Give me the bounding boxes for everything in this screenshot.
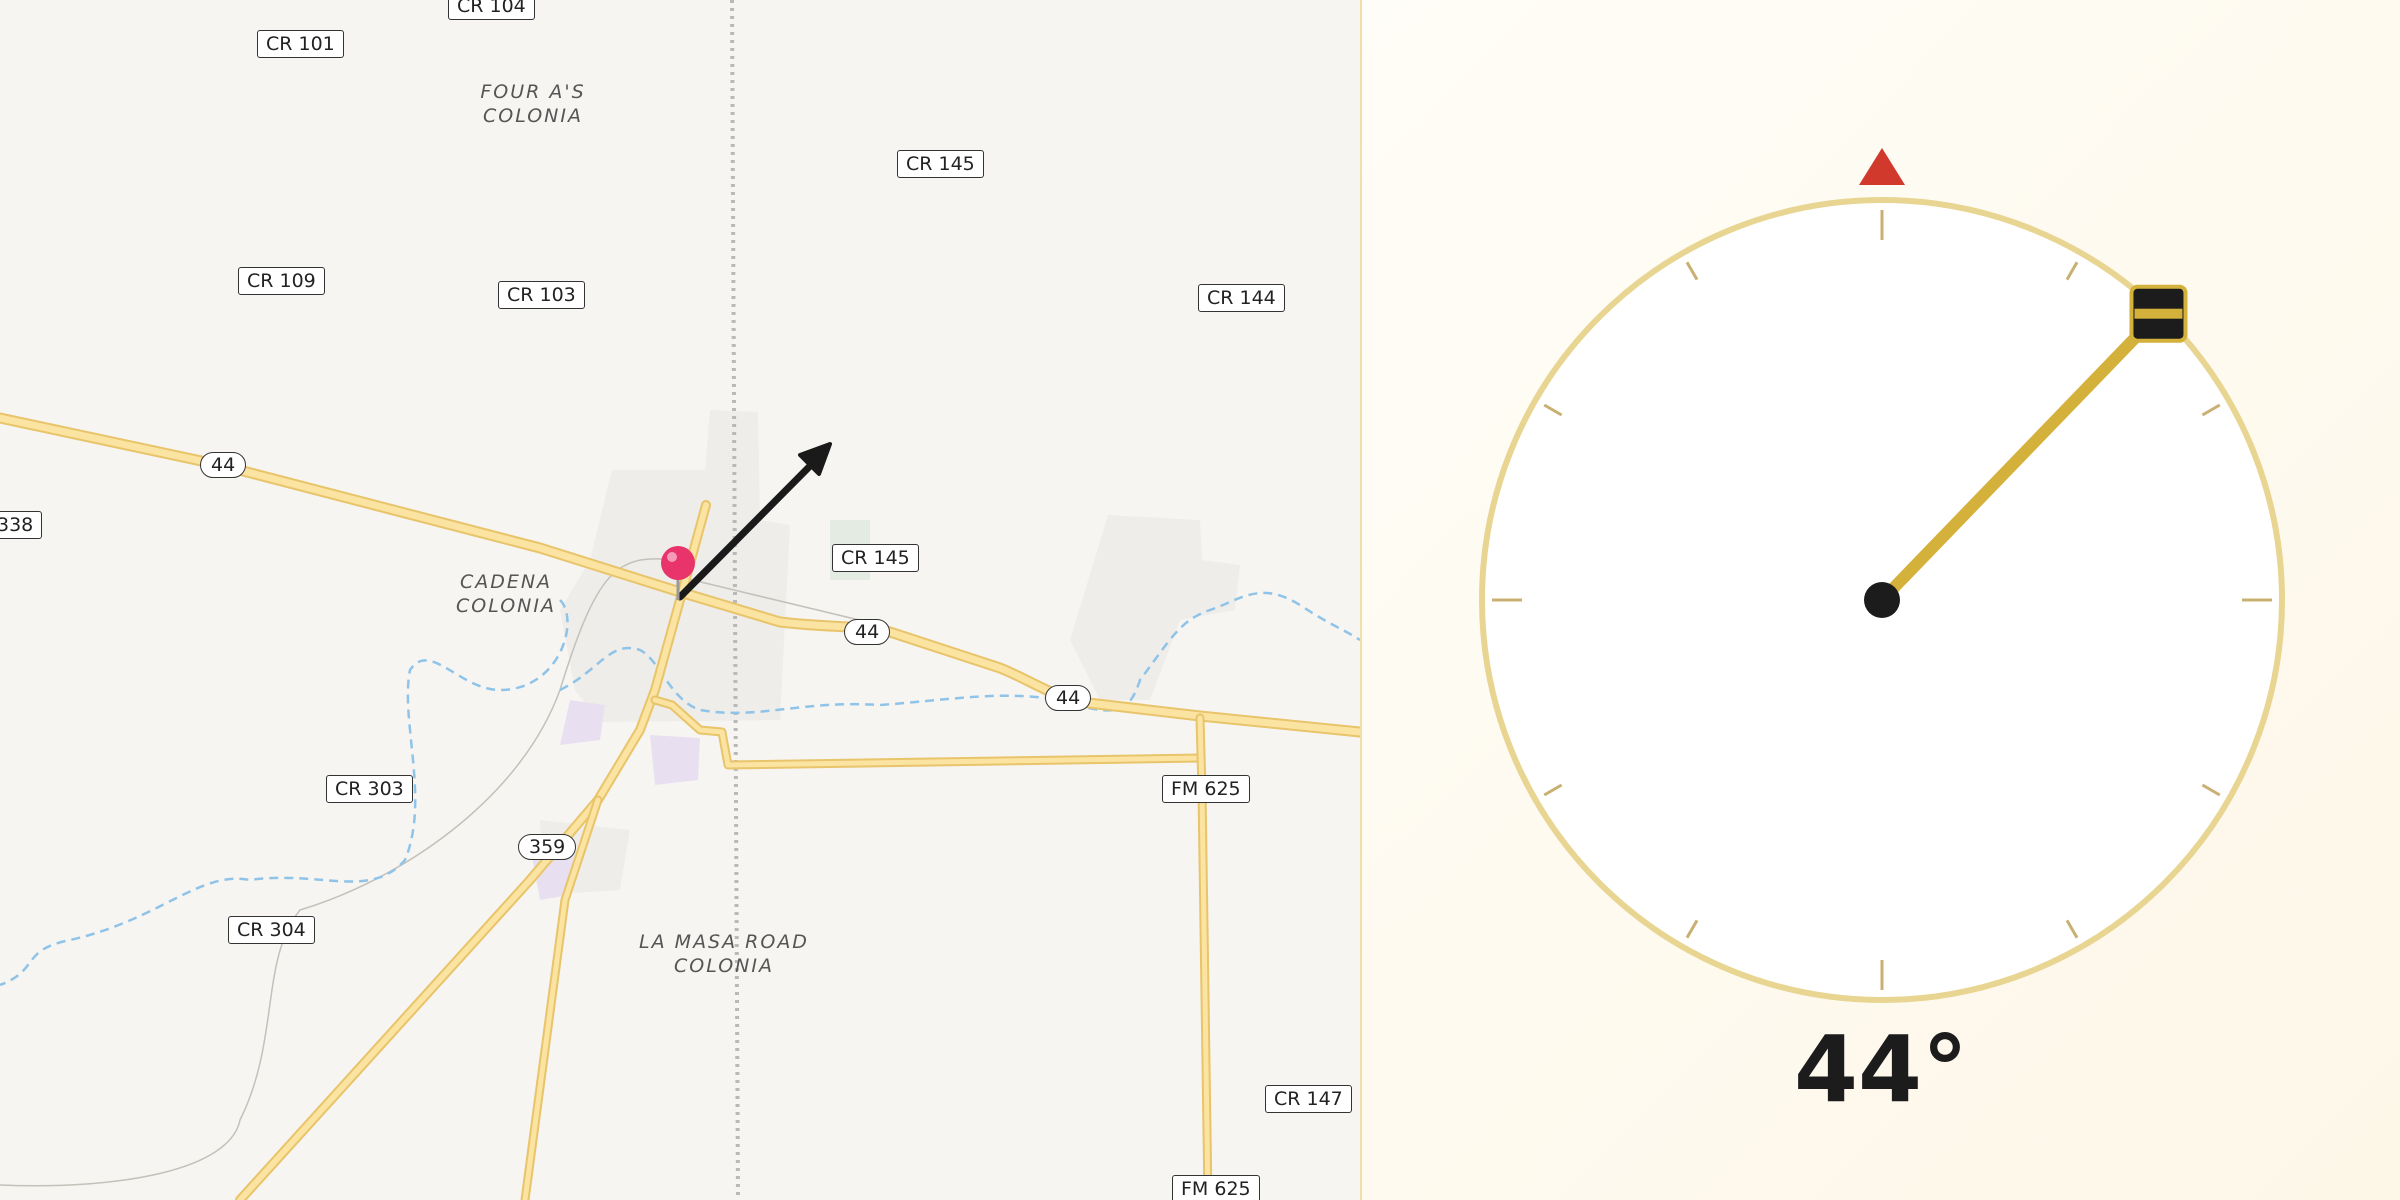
- highway-shield-44-right: 44: [1045, 685, 1092, 711]
- needle-handle-icon[interactable]: [2129, 284, 2188, 343]
- map-canvas: [0, 0, 1360, 1200]
- highway-shield-359: 359: [518, 834, 577, 860]
- place-line: LA MASA ROAD: [639, 931, 809, 953]
- place-four-as-colonia: FOUR A'S COLONIA: [480, 80, 585, 128]
- road-label-cr103: CR 103: [498, 281, 585, 309]
- compass-hub: [1864, 582, 1900, 618]
- map-view[interactable]: CR 104 CR 101 CR 109 CR 103 CR 145 CR 14…: [0, 0, 1360, 1200]
- road-label-cr104: CR 104: [448, 0, 535, 20]
- heading-readout: 44°: [1793, 1016, 1969, 1123]
- place-line: COLONIA: [456, 595, 556, 617]
- place-line: CADENA: [459, 571, 553, 593]
- compass-panel: 44°: [1362, 0, 2400, 1200]
- place-line: FOUR A'S: [480, 81, 586, 103]
- road-label-cr147: CR 147: [1265, 1085, 1352, 1113]
- road-label-338: 338: [0, 511, 43, 539]
- road-label-fm625-mid: FM 625: [1162, 775, 1250, 803]
- road-label-cr109: CR 109: [238, 267, 325, 295]
- road-label-fm625-bottom: FM 625: [1172, 1175, 1260, 1200]
- place-cadena-colonia: CADENA COLONIA: [456, 570, 556, 618]
- highway-shield-44-left: 44: [200, 452, 247, 478]
- road-label-cr304: CR 304: [228, 916, 315, 944]
- north-marker-icon: [1859, 148, 1905, 185]
- road-label-cr101: CR 101: [257, 30, 344, 58]
- place-la-masa-road-colonia: LA MASA ROAD COLONIA: [639, 930, 809, 978]
- road-label-cr145-top: CR 145: [897, 150, 984, 178]
- road-label-cr144: CR 144: [1198, 284, 1285, 312]
- place-line: COLONIA: [674, 955, 774, 977]
- road-label-cr145-mid: CR 145: [832, 544, 919, 572]
- highway-shield-44-center: 44: [844, 619, 891, 645]
- road-label-cr303: CR 303: [326, 775, 413, 803]
- place-line: COLONIA: [482, 105, 583, 127]
